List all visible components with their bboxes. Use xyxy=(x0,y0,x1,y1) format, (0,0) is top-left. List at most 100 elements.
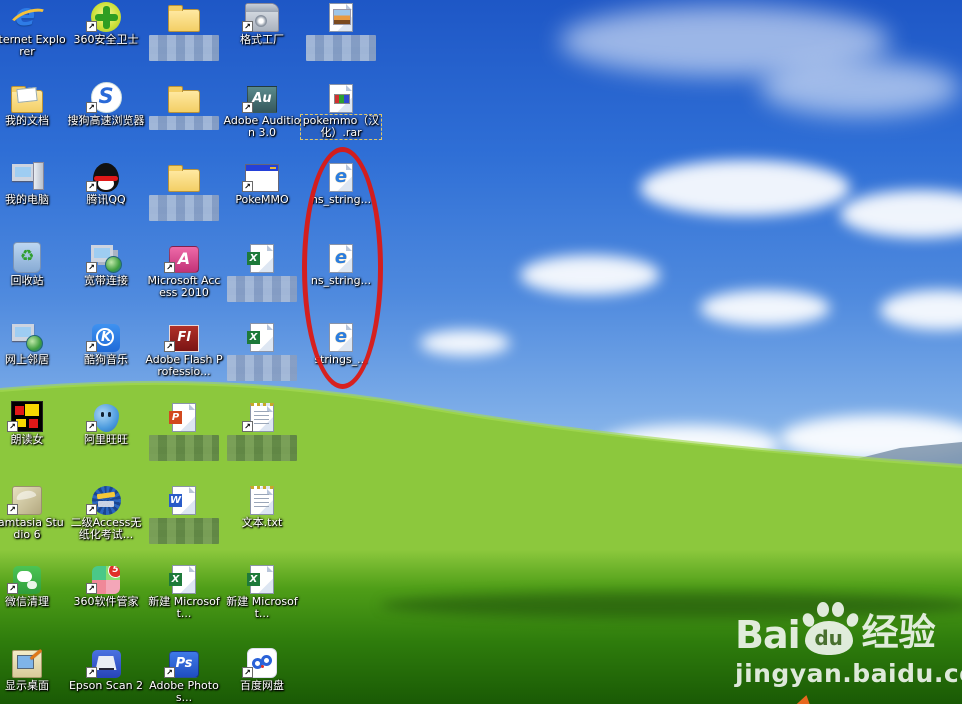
desktop-icon-tencent-qq[interactable]: ↗ 腾讯QQ xyxy=(66,161,146,206)
blurred-label xyxy=(227,435,297,461)
desktop-icon-360-safe[interactable]: ↗ 360安全卫士 xyxy=(66,1,146,46)
desktop-icon-my-computer[interactable]: 我的电脑 xyxy=(0,161,67,206)
folder-icon xyxy=(168,165,200,192)
desktop-icon-adobe-audition[interactable]: ↗ Adobe Audition 3.0 xyxy=(222,82,302,139)
docexcel-icon xyxy=(247,244,274,273)
desktop-icon-notepad-shortcut[interactable]: ↗ xyxy=(222,401,302,461)
desktop-icon-network-places[interactable]: 网上邻居 xyxy=(0,321,67,366)
docexcel-icon xyxy=(169,565,196,594)
desktop-icon-pokemmo-app[interactable]: ↗ PokeMMO xyxy=(222,161,302,206)
blurred-label xyxy=(306,35,376,61)
watermark-jingyan: 经验 xyxy=(861,611,936,654)
desktop-icon-adobe-flash-pro[interactable]: ↗ Adobe Flash Professio... xyxy=(144,321,224,378)
mycomputer-icon xyxy=(10,162,44,192)
icon-label: Adobe Photos... xyxy=(149,679,219,704)
shortcut-arrow-icon: ↗ xyxy=(242,102,253,113)
icon-label: 百度网盘 xyxy=(240,679,284,692)
iedoc-icon xyxy=(329,163,353,192)
desktop-icon-folder-3[interactable] xyxy=(144,161,224,221)
icon-label: ns_string... xyxy=(310,274,372,287)
icon-label: strings_... xyxy=(314,353,368,366)
desktop-icon-ppt-doc[interactable] xyxy=(144,401,224,461)
desktop-icon-ns-string-1[interactable]: ns_string... xyxy=(301,161,381,206)
shortcut-arrow-icon: ↗ xyxy=(242,421,253,432)
watermark-url: jingyan.baidu.com xyxy=(735,659,962,688)
blurred-label xyxy=(149,195,219,221)
icon-label: 回收站 xyxy=(10,274,44,287)
icon-label: 酷狗音乐 xyxy=(84,353,128,366)
desktop-icon-strings-file[interactable]: strings_... xyxy=(301,321,381,366)
desktop-icon-word-doc[interactable] xyxy=(144,484,224,544)
desktop-icon-camtasia-studio-6[interactable]: ↗ Camtasia Studio 6 xyxy=(0,484,67,541)
folder-icon xyxy=(168,5,200,32)
iedoc-icon xyxy=(329,323,353,352)
docppt-icon xyxy=(169,403,196,432)
docexcel-icon xyxy=(247,323,274,352)
desktop-icon-folder-2[interactable] xyxy=(144,82,224,130)
icon-label: 腾讯QQ xyxy=(86,193,126,206)
watermark-bai: Bai xyxy=(735,613,801,657)
icon-label: Epson Scan 2 xyxy=(68,679,144,692)
xp-desktop: Internet Explorer 我的文档 我的电脑 回收站 网上邻居 ↗ 朗… xyxy=(0,0,962,704)
desktop-icon-ms-access-2010[interactable]: ↗ Microsoft Access 2010 xyxy=(144,242,224,299)
icon-label: 文本.txt xyxy=(241,516,283,529)
shortcut-arrow-icon: ↗ xyxy=(86,583,97,594)
blurred-label xyxy=(227,355,297,381)
shortcut-arrow-icon: ↗ xyxy=(7,504,18,515)
notepadshort-icon xyxy=(250,403,274,432)
shortcut-arrow-icon: ↗ xyxy=(164,667,175,678)
desktop-icon-show-desktop[interactable]: 显示桌面 xyxy=(0,647,67,692)
icon-label: Adobe Flash Professio... xyxy=(145,353,223,378)
desktop-icon-langdunv[interactable]: ↗ 朗读女 xyxy=(0,401,67,446)
ie-icon xyxy=(10,0,44,33)
icon-label: 宽带连接 xyxy=(84,274,128,287)
icon-label: Microsoft Access 2010 xyxy=(147,274,221,299)
desktop-icon-kugou-music[interactable]: ↗ 酷狗音乐 xyxy=(66,321,146,366)
desktop-icon-internet-explorer[interactable]: Internet Explorer xyxy=(0,0,67,58)
desktop-icon-sogou-browser[interactable]: ↗ 搜狗高速浏览器 xyxy=(66,82,146,127)
desktop-icon-baidu-netdisk[interactable]: ↗ 百度网盘 xyxy=(222,647,302,692)
blurred-label xyxy=(227,276,297,302)
desktop-icon-adobe-photoshop[interactable]: ↗ Adobe Photos... xyxy=(144,647,224,704)
blurred-label xyxy=(149,435,219,461)
icon-label: Adobe Audition 3.0 xyxy=(223,114,301,139)
desktop-icon-media-file[interactable] xyxy=(301,1,381,61)
shortcut-arrow-icon: ↗ xyxy=(86,504,97,515)
desktop-icon-text-txt[interactable]: 文本.txt xyxy=(222,484,302,529)
shortcut-arrow-icon: ↗ xyxy=(242,21,253,32)
icon-label: 360软件管家 xyxy=(73,595,139,608)
icon-label: ns_string... xyxy=(310,193,372,206)
desktop-icon-excel-doc-2[interactable] xyxy=(222,321,302,381)
notepad-icon xyxy=(250,486,274,515)
desktop-icon-excel-doc-1[interactable] xyxy=(222,242,302,302)
icon-label: 阿里旺旺 xyxy=(84,433,128,446)
desktop-icon-my-documents[interactable]: 我的文档 xyxy=(0,82,67,127)
blurred-label xyxy=(149,518,219,544)
baidu-jingyan-watermark: Bai du 经验 jingyan.baidu.com xyxy=(735,597,962,688)
iedoc-icon xyxy=(329,244,353,273)
icon-label: 格式工厂 xyxy=(240,33,284,46)
shortcut-arrow-icon: ↗ xyxy=(242,667,253,678)
desktop-icon-pokemmo-rar[interactable]: pokemmo（汉化）.rar xyxy=(300,82,382,140)
desktop-icon-format-factory[interactable]: ↗ 格式工厂 xyxy=(222,1,302,46)
icon-label: 新建 Microsoft... xyxy=(148,595,220,620)
desktop-icon-wechat-clean[interactable]: ↗ 微信清理 xyxy=(0,563,67,608)
desktop-icon-new-excel-2[interactable]: 新建 Microsoft... xyxy=(222,563,302,620)
icon-label: PokeMMO xyxy=(235,193,289,206)
desktop-icon-epson-scan-2[interactable]: ↗ Epson Scan 2 xyxy=(66,647,146,692)
recycle-icon xyxy=(13,242,41,273)
desktop-icon-ns-string-2[interactable]: ns_string... xyxy=(301,242,381,287)
mydocs-icon xyxy=(11,86,43,113)
icon-label: 网上邻居 xyxy=(5,353,49,366)
shortcut-arrow-icon: ↗ xyxy=(86,21,97,32)
shortcut-arrow-icon: ↗ xyxy=(242,181,253,192)
desktop-icon-new-excel-1[interactable]: 新建 Microsoft... xyxy=(144,563,224,620)
icon-label: 朗读女 xyxy=(10,433,44,446)
baidu-paw-icon: du xyxy=(800,599,861,655)
desktop-icon-broadband[interactable]: ↗ 宽带连接 xyxy=(66,242,146,287)
desktop-icon-ali-wangwang[interactable]: ↗ 阿里旺旺 xyxy=(66,401,146,446)
desktop-icon-recycle-bin[interactable]: 回收站 xyxy=(0,242,67,287)
desktop-icon-360-soft-manager[interactable]: ↗ 360软件管家 xyxy=(66,563,146,608)
desktop-icon-folder-1[interactable] xyxy=(144,1,224,61)
desktop-icon-access-exam[interactable]: ↗ 二级Access无纸化考试... xyxy=(66,484,146,541)
